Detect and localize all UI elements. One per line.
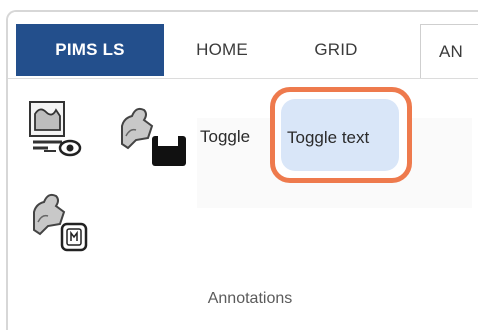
tab-annotations[interactable]: AN [420,24,478,78]
tab-home[interactable]: HOME [168,24,276,76]
annotation-view-icon[interactable] [26,100,84,162]
ribbon-tab-bar: PIMS LS HOME GRID AN [8,12,478,79]
toggle-text-button[interactable]: Toggle text [270,87,412,183]
tab-grid[interactable]: GRID [288,24,384,76]
toggle-text-label: Toggle text [287,128,370,147]
annotation-text-icon[interactable] [28,190,104,256]
annotation-save-icon[interactable] [114,100,194,170]
ribbon-group-label: Annotations [207,290,293,307]
toggle-button-label[interactable]: Toggle [200,127,250,147]
tab-pims-ls[interactable]: PIMS LS [16,24,164,76]
